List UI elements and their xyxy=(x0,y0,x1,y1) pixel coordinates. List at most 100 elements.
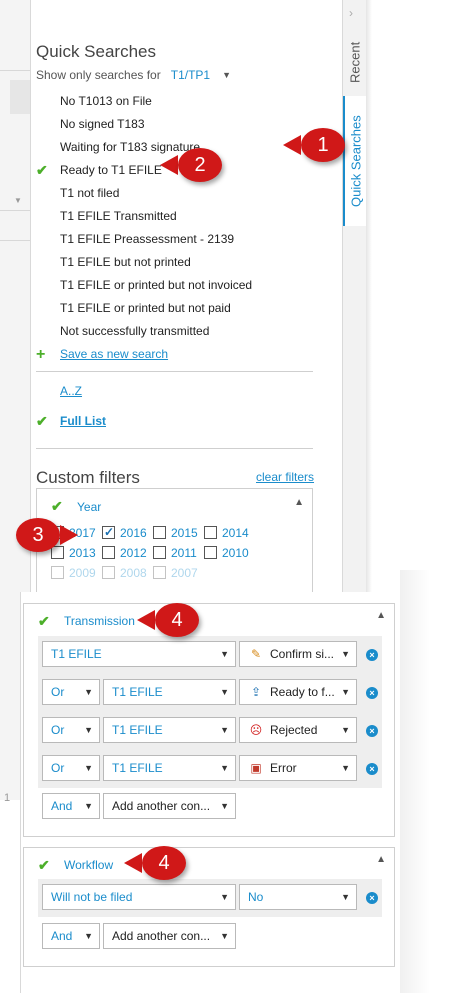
remove-condition-icon[interactable]: × xyxy=(366,687,378,699)
condition-field-select[interactable]: Will not be filed ▼ xyxy=(42,884,236,910)
condition-field-select[interactable]: T1 EFILE ▼ xyxy=(103,755,236,781)
callout-pointer xyxy=(60,525,78,545)
quick-search-item[interactable]: No signed T183 xyxy=(36,113,316,136)
year-checkbox-2014[interactable]: 2014 xyxy=(204,525,249,541)
remove-condition-icon[interactable]: × xyxy=(366,725,378,737)
checkbox[interactable] xyxy=(102,566,115,579)
quick-search-item[interactable]: T1 EFILE or printed but not invoiced xyxy=(36,274,316,297)
callout-2: 2 xyxy=(160,148,222,182)
checkbox[interactable] xyxy=(153,566,166,579)
chevron-down-icon: ▼ xyxy=(220,725,229,735)
condition-operator-value: Or xyxy=(51,761,65,775)
condition-operator-select[interactable]: Or ▼ xyxy=(42,717,100,743)
year-checkbox-2007[interactable]: 2007 xyxy=(153,565,198,581)
quick-search-item[interactable]: T1 not filed xyxy=(36,182,316,205)
add-condition-value: Add another con... xyxy=(112,799,211,813)
divider xyxy=(36,371,313,372)
condition-field-value: T1 EFILE xyxy=(51,647,102,661)
quick-search-item[interactable]: Not successfully transmitted xyxy=(36,320,316,343)
chevron-right-icon[interactable]: › xyxy=(349,6,353,20)
year-filter-header[interactable]: ✔ Year xyxy=(51,498,101,516)
callout-3: 3 xyxy=(16,518,78,552)
add-operator-select[interactable]: And ▼ xyxy=(42,793,100,819)
checkmark-icon: ✔ xyxy=(38,613,50,629)
chevron-down-icon: ▼ xyxy=(220,801,229,811)
workflow-filter-header[interactable]: ✔ Workflow xyxy=(38,855,113,875)
background-divider xyxy=(0,240,30,241)
quick-search-item[interactable]: T1 EFILE Transmitted xyxy=(36,205,316,228)
condition-operator-select[interactable]: Or ▼ xyxy=(42,755,100,781)
condition-status-select[interactable]: ☹ Rejected ▼ xyxy=(239,717,357,743)
add-operator-select[interactable]: And ▼ xyxy=(42,923,100,949)
year-checkbox-2009[interactable]: 2009 xyxy=(51,565,96,581)
quick-search-label: Not successfully transmitted xyxy=(60,324,210,338)
background-app-lower: 1 xyxy=(0,740,20,804)
condition-field-value: T1 EFILE xyxy=(112,685,163,699)
panel-shadow xyxy=(400,570,430,993)
condition-field-select[interactable]: T1 EFILE ▼ xyxy=(42,641,236,667)
quick-search-item[interactable]: T1 EFILE but not printed xyxy=(36,251,316,274)
year-checkbox-2015[interactable]: 2015 xyxy=(153,525,198,541)
save-new-search-row[interactable]: + Save as new search xyxy=(36,343,316,366)
checkbox[interactable] xyxy=(204,526,217,539)
callout-pointer xyxy=(124,853,142,873)
add-condition-select[interactable]: Add another con... ▼ xyxy=(103,793,236,819)
quick-search-label: No signed T183 xyxy=(60,117,145,131)
condition-status-select[interactable]: ▣ Error ▼ xyxy=(239,755,357,781)
add-condition-select[interactable]: Add another con... ▼ xyxy=(103,923,236,949)
quick-search-item[interactable]: T1 EFILE Preassessment - 2139 xyxy=(36,228,316,251)
condition-status-select[interactable]: ✎ Confirm si... ▼ xyxy=(239,641,357,667)
year-checkbox-2011[interactable]: 2011 xyxy=(153,545,197,561)
quick-search-label: T1 EFILE but not printed xyxy=(60,255,191,269)
checkbox-checked[interactable] xyxy=(102,524,115,540)
condition-operator-select[interactable]: Or ▼ xyxy=(42,679,100,705)
condition-status-value: Rejected xyxy=(270,723,318,737)
condition-field-select[interactable]: T1 EFILE ▼ xyxy=(103,717,236,743)
year-checkbox-2008[interactable]: 2008 xyxy=(102,565,147,581)
chevron-down-icon: ▼ xyxy=(341,725,350,735)
quick-search-item[interactable]: No T1013 on File xyxy=(36,90,316,113)
workflow-filter-label: Workflow xyxy=(64,858,114,872)
tab-quick-searches[interactable]: Quick Searches xyxy=(343,96,367,226)
custom-filters-title: Custom filters xyxy=(36,468,140,487)
checkbox[interactable] xyxy=(102,546,115,559)
chevron-up-icon[interactable]: ▲ xyxy=(376,610,386,621)
remove-condition-icon[interactable]: × xyxy=(366,649,378,661)
background-page-number: 1 xyxy=(4,792,11,804)
year-label: 2012 xyxy=(120,546,147,560)
add-condition-row: And ▼ Add another con... ▼ xyxy=(38,788,382,826)
condition-field-value: T1 EFILE xyxy=(112,761,163,775)
chevron-up-icon[interactable]: ▲ xyxy=(294,497,304,508)
add-condition-value: Add another con... xyxy=(112,929,211,943)
year-checkbox-2016[interactable]: 2016 xyxy=(102,524,147,541)
condition-field-select[interactable]: T1 EFILE ▼ xyxy=(103,679,236,705)
show-only-select[interactable]: T1/TP1 xyxy=(171,68,210,82)
chevron-up-icon[interactable]: ▲ xyxy=(376,854,386,865)
rejected-icon: ☹ xyxy=(249,723,263,737)
checkbox[interactable] xyxy=(51,566,64,579)
remove-condition-icon[interactable]: × xyxy=(366,892,378,904)
remove-condition-icon[interactable]: × xyxy=(366,763,378,775)
transmission-filter-header[interactable]: ✔ Transmission xyxy=(38,611,135,631)
chevron-down-icon: ▼ xyxy=(341,649,350,659)
save-new-search-link[interactable]: Save as new search xyxy=(60,347,168,361)
condition-status-select[interactable]: ⇪ Ready to f... ▼ xyxy=(239,679,357,705)
chevron-down-icon[interactable]: ▼ xyxy=(222,70,231,80)
callout-pointer xyxy=(283,135,301,155)
checkbox[interactable] xyxy=(153,546,166,559)
checkbox[interactable] xyxy=(204,546,217,559)
transmission-condition-row: T1 EFILE ▼ ✎ Confirm si... ▼ × xyxy=(38,636,382,674)
az-link[interactable]: A..Z xyxy=(60,384,82,398)
year-checkbox-2012[interactable]: 2012 xyxy=(102,545,147,561)
full-list-row[interactable]: ✔ Full List xyxy=(36,411,106,431)
tab-recent[interactable]: Recent xyxy=(343,34,367,90)
condition-operator-value: Or xyxy=(51,723,65,737)
clear-filters-link[interactable]: clear filters xyxy=(256,470,314,484)
checkbox[interactable] xyxy=(153,526,166,539)
callout-pointer xyxy=(160,155,178,175)
full-list-link[interactable]: Full List xyxy=(60,414,106,428)
screenshot-page: ▼ 1 › Recent Quick Searches Quick Search… xyxy=(0,0,460,993)
quick-search-item[interactable]: T1 EFILE or printed but not paid xyxy=(36,297,316,320)
year-checkbox-2010[interactable]: 2010 xyxy=(204,545,249,561)
condition-value-select[interactable]: No ▼ xyxy=(239,884,357,910)
